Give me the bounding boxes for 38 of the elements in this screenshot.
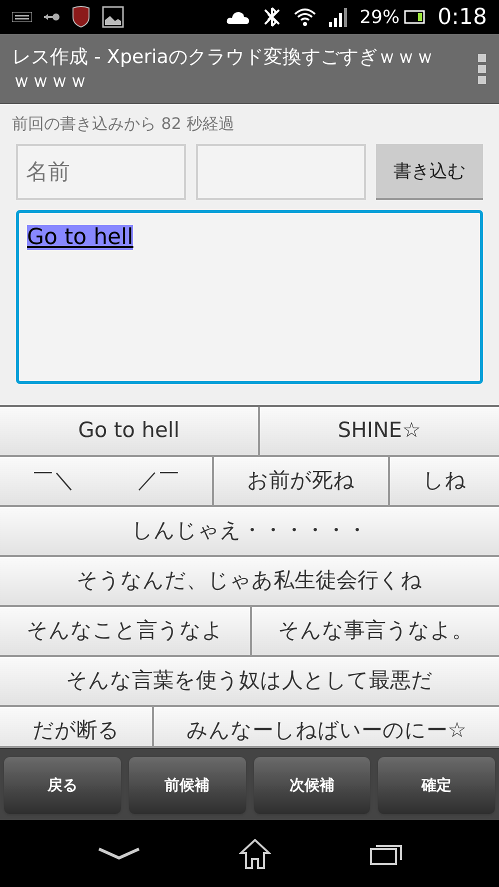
candidate-button[interactable]: ￣＼ ／￣: [0, 457, 212, 505]
battery-icon: [404, 10, 426, 24]
keyboard-icon: [12, 12, 32, 22]
candidate-button[interactable]: みんなーしねばいーのにー☆: [154, 707, 499, 746]
candidate-button[interactable]: そうなんだ、じゃあ私生徒会行くね: [0, 557, 499, 605]
candidate-button[interactable]: しんじゃえ・・・・・・: [0, 507, 499, 555]
candidate-button[interactable]: しね: [390, 457, 499, 505]
back-chevron-icon[interactable]: [98, 846, 140, 860]
bluetooth-off-icon: [262, 7, 282, 27]
usb-icon: [44, 13, 60, 21]
candidate-button[interactable]: Go to hell: [0, 407, 258, 455]
mail-field[interactable]: [196, 144, 366, 200]
name-field[interactable]: 名前: [16, 144, 186, 200]
candidate-button[interactable]: だが断る: [0, 707, 152, 746]
message-field[interactable]: Go to hell: [16, 210, 483, 384]
window-title: レス作成 - Xperiaのクラウド変換すごすぎｗｗｗｗｗｗｗ: [12, 44, 436, 92]
overflow-menu-icon[interactable]: [477, 54, 487, 84]
shield-icon: [72, 6, 90, 28]
cloud-icon: [226, 10, 250, 24]
candidate-button[interactable]: お前が死ね: [214, 457, 388, 505]
elapsed-note: 前回の書き込みから 82 秒経過: [12, 113, 236, 135]
ime-key[interactable]: 前候補: [128, 757, 246, 814]
message-text: Go to hell: [27, 225, 134, 250]
image-icon: [102, 6, 124, 28]
submit-button[interactable]: 書き込む: [376, 144, 483, 200]
recent-apps-icon[interactable]: [370, 842, 402, 864]
candidate-button[interactable]: そんな事言うなよ。: [252, 607, 499, 655]
candidate-button[interactable]: そんな言葉を使う奴は人として最悪だ: [0, 657, 499, 705]
candidate-button[interactable]: そんなこと言うなよ: [0, 607, 250, 655]
home-icon[interactable]: [238, 838, 270, 868]
ime-key[interactable]: 戻る: [4, 757, 121, 814]
ime-key[interactable]: 次候補: [254, 757, 370, 814]
wifi-icon: [294, 7, 316, 27]
signal-icon: [328, 7, 348, 27]
candidate-button[interactable]: SHINE☆: [260, 407, 499, 455]
ime-key[interactable]: 確定: [378, 757, 495, 814]
clock: 0:18: [438, 4, 487, 32]
battery-percent: 29%: [360, 6, 400, 30]
